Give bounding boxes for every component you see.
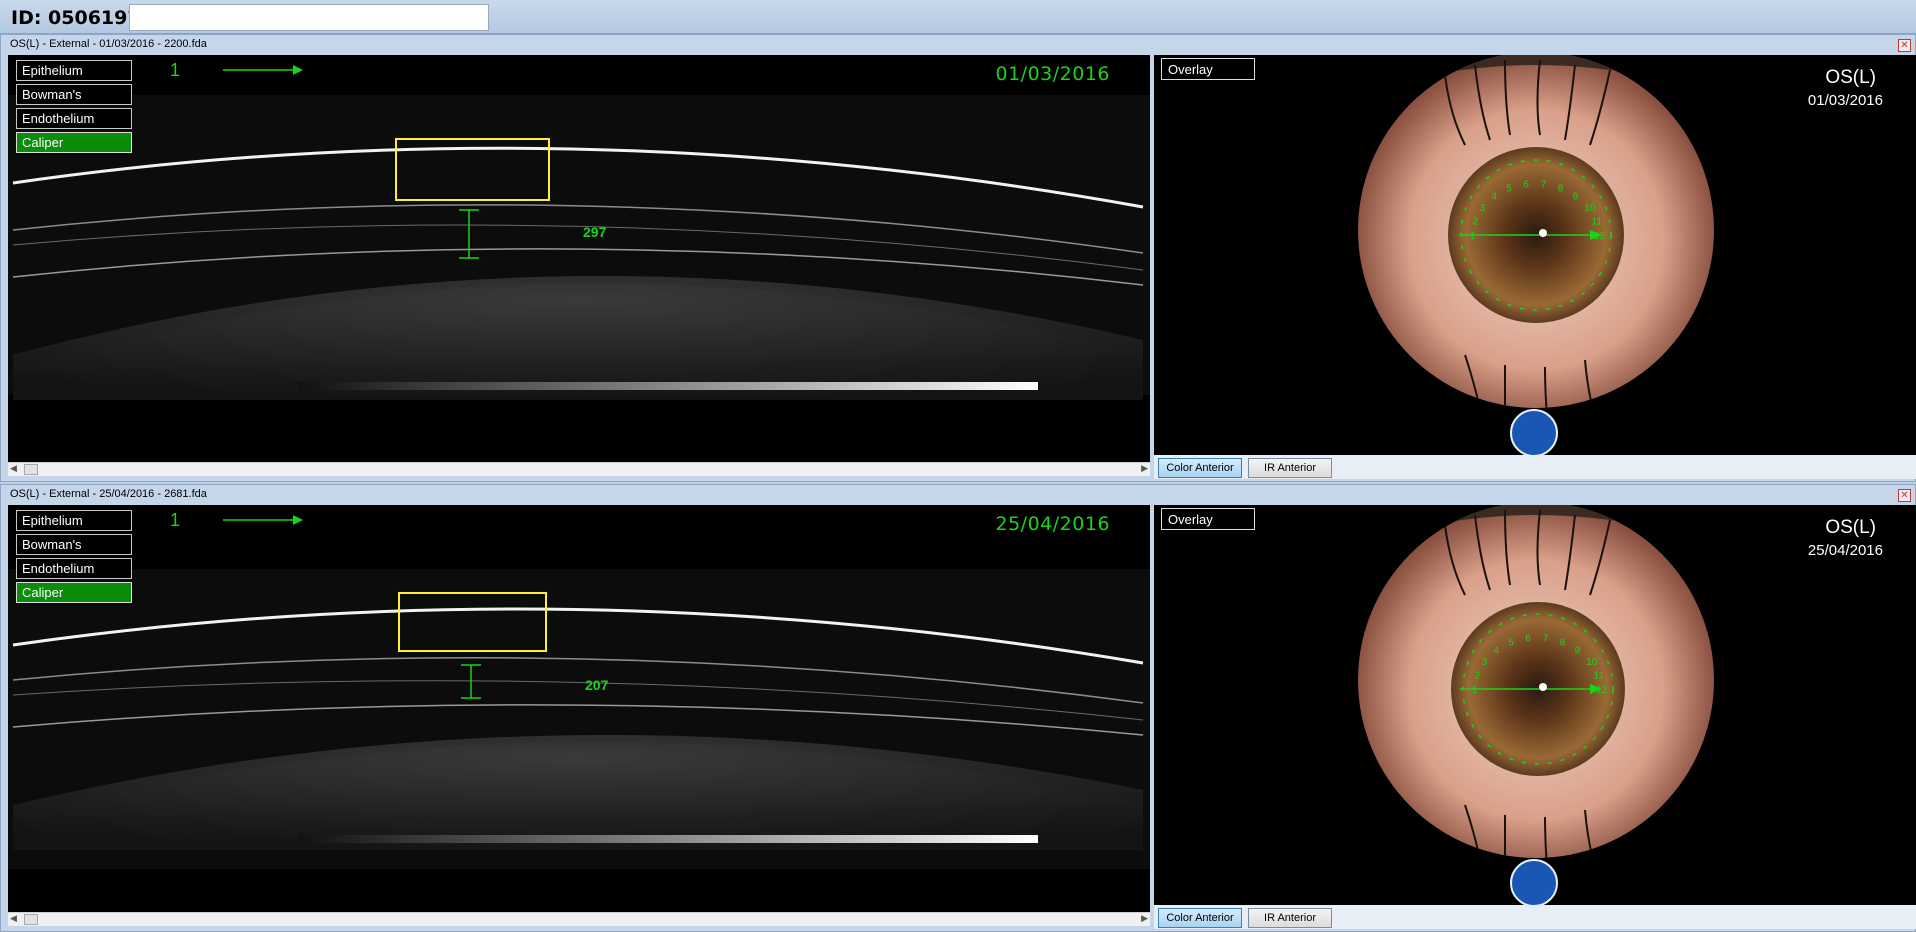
oct-scan-image <box>8 569 1150 869</box>
iris-clock-number: 3 <box>1482 657 1488 668</box>
caliper-value: 297 <box>583 224 607 240</box>
iris-clock-number: 5 <box>1506 184 1512 195</box>
iris-clock-number: 10 <box>1584 203 1596 214</box>
iris-clock-number: 10 <box>1586 657 1598 668</box>
iris-clock-number: 2 <box>1473 216 1479 227</box>
iris-clock-number: 4 <box>1491 192 1497 203</box>
image-tab-row: Color Anterior IR Anterior <box>1154 455 1916 479</box>
overlay-button[interactable]: Overlay <box>1161 58 1255 80</box>
horizontal-scrollbar[interactable]: ◀ ▶ <box>8 462 1150 476</box>
scan-date: 01/03/2016 <box>995 63 1110 85</box>
fixation-marker[interactable] <box>1510 409 1558 455</box>
oct-scan-view[interactable]: Epithelium Bowman's Endothelium Caliper … <box>8 505 1150 912</box>
layer-button-caliper[interactable]: Caliper <box>16 132 132 153</box>
fixation-marker[interactable] <box>1510 859 1558 905</box>
tab-color-anterior[interactable]: Color Anterior <box>1158 908 1242 928</box>
iris-clock-number: 9 <box>1575 646 1581 657</box>
close-icon[interactable]: ✕ <box>1898 39 1911 52</box>
scan-date: 25/04/2016 <box>995 513 1110 535</box>
iris-clock-number: 3 <box>1480 203 1486 214</box>
tab-ir-anterior[interactable]: IR Anterior <box>1248 908 1332 928</box>
image-tab-row: Color Anterior IR Anterior <box>1154 905 1916 929</box>
scan-panel: OS(L) - External - 25/04/2016 - 2681.fda… <box>0 484 1916 932</box>
scroll-thumb[interactable] <box>24 464 38 475</box>
horizontal-scrollbar[interactable]: ◀ ▶ <box>8 912 1150 926</box>
oct-scan-view[interactable]: Epithelium Bowman's Endothelium Caliper … <box>8 55 1150 462</box>
iris-clock-number: 11 <box>1594 670 1605 681</box>
iris-clock-number: 12 <box>1596 685 1608 696</box>
top-bar: ID: 05061970 <box>0 0 1916 34</box>
iris-clock-number: 7 <box>1541 180 1547 191</box>
scroll-left-icon[interactable]: ◀ <box>10 913 17 924</box>
iris-clock-number: 7 <box>1543 634 1549 645</box>
scroll-right-icon[interactable]: ▶ <box>1141 463 1148 474</box>
iris-clock-number: 1 <box>1472 685 1478 696</box>
layer-button-endothelium[interactable]: Endothelium <box>16 558 132 579</box>
scroll-left-icon[interactable]: ◀ <box>10 463 17 474</box>
layer-button-epithelium[interactable]: Epithelium <box>16 510 132 531</box>
iris-clock-number: 5 <box>1508 638 1514 649</box>
eye-date: 01/03/2016 <box>1807 92 1883 109</box>
eye-photo: 12345 6 7 89101112 <box>1358 55 1714 408</box>
scan-direction-arrow-icon <box>223 65 303 75</box>
scroll-right-icon[interactable]: ▶ <box>1141 913 1148 924</box>
iris-clock-number: 4 <box>1493 646 1499 657</box>
layer-button-bowmans[interactable]: Bowman's <box>16 84 132 105</box>
caliper-value: 207 <box>585 677 609 693</box>
panel-title: OS(L) - External - 25/04/2016 - 2681.fda <box>10 488 207 500</box>
iris-clock-number: 6 <box>1525 634 1531 645</box>
scan-panel: OS(L) - External - 01/03/2016 - 2200.fda… <box>0 34 1916 482</box>
iris-clock-number: 8 <box>1560 638 1566 649</box>
iris-clock-number: 6 <box>1523 180 1529 191</box>
iris-clock-number: 8 <box>1558 184 1564 195</box>
eye-date: 25/04/2016 <box>1807 542 1883 559</box>
scan-direction-arrow-icon <box>223 515 303 525</box>
tab-color-anterior[interactable]: Color Anterior <box>1158 458 1242 478</box>
overlay-button[interactable]: Overlay <box>1161 508 1255 530</box>
eye-label: OS(L) <box>1825 67 1876 88</box>
layer-button-bowmans[interactable]: Bowman's <box>16 534 132 555</box>
close-icon[interactable]: ✕ <box>1898 489 1911 502</box>
oct-scan-image <box>8 95 1150 400</box>
layer-button-epithelium[interactable]: Epithelium <box>16 60 132 81</box>
iris-clock-number: 1 <box>1470 231 1476 242</box>
iris-clock-number: 11 <box>1592 216 1603 227</box>
patient-id-input[interactable] <box>129 4 489 31</box>
eye-label: OS(L) <box>1825 517 1876 538</box>
scroll-thumb[interactable] <box>24 914 38 925</box>
layer-button-endothelium[interactable]: Endothelium <box>16 108 132 129</box>
anterior-photo-view[interactable]: Overlay OS(L) 01/03/2016 1 2 3 4 5 6 7 8… <box>1154 55 1916 455</box>
iris-clock-number: 12 <box>1594 231 1606 242</box>
scan-number: 1 <box>170 60 181 80</box>
anterior-photo-view[interactable]: Overlay OS(L) 25/04/2016 1 2 3 4 5 6 7 8… <box>1154 505 1916 905</box>
tab-ir-anterior[interactable]: IR Anterior <box>1248 458 1332 478</box>
eye-photo: 12345 6 7 89101112 <box>1358 505 1714 858</box>
panel-title: OS(L) - External - 01/03/2016 - 2200.fda <box>10 38 207 50</box>
iris-clock-number: 2 <box>1475 670 1481 681</box>
layer-button-caliper[interactable]: Caliper <box>16 582 132 603</box>
scan-number: 1 <box>170 510 181 530</box>
iris-clock-number: 9 <box>1573 192 1579 203</box>
